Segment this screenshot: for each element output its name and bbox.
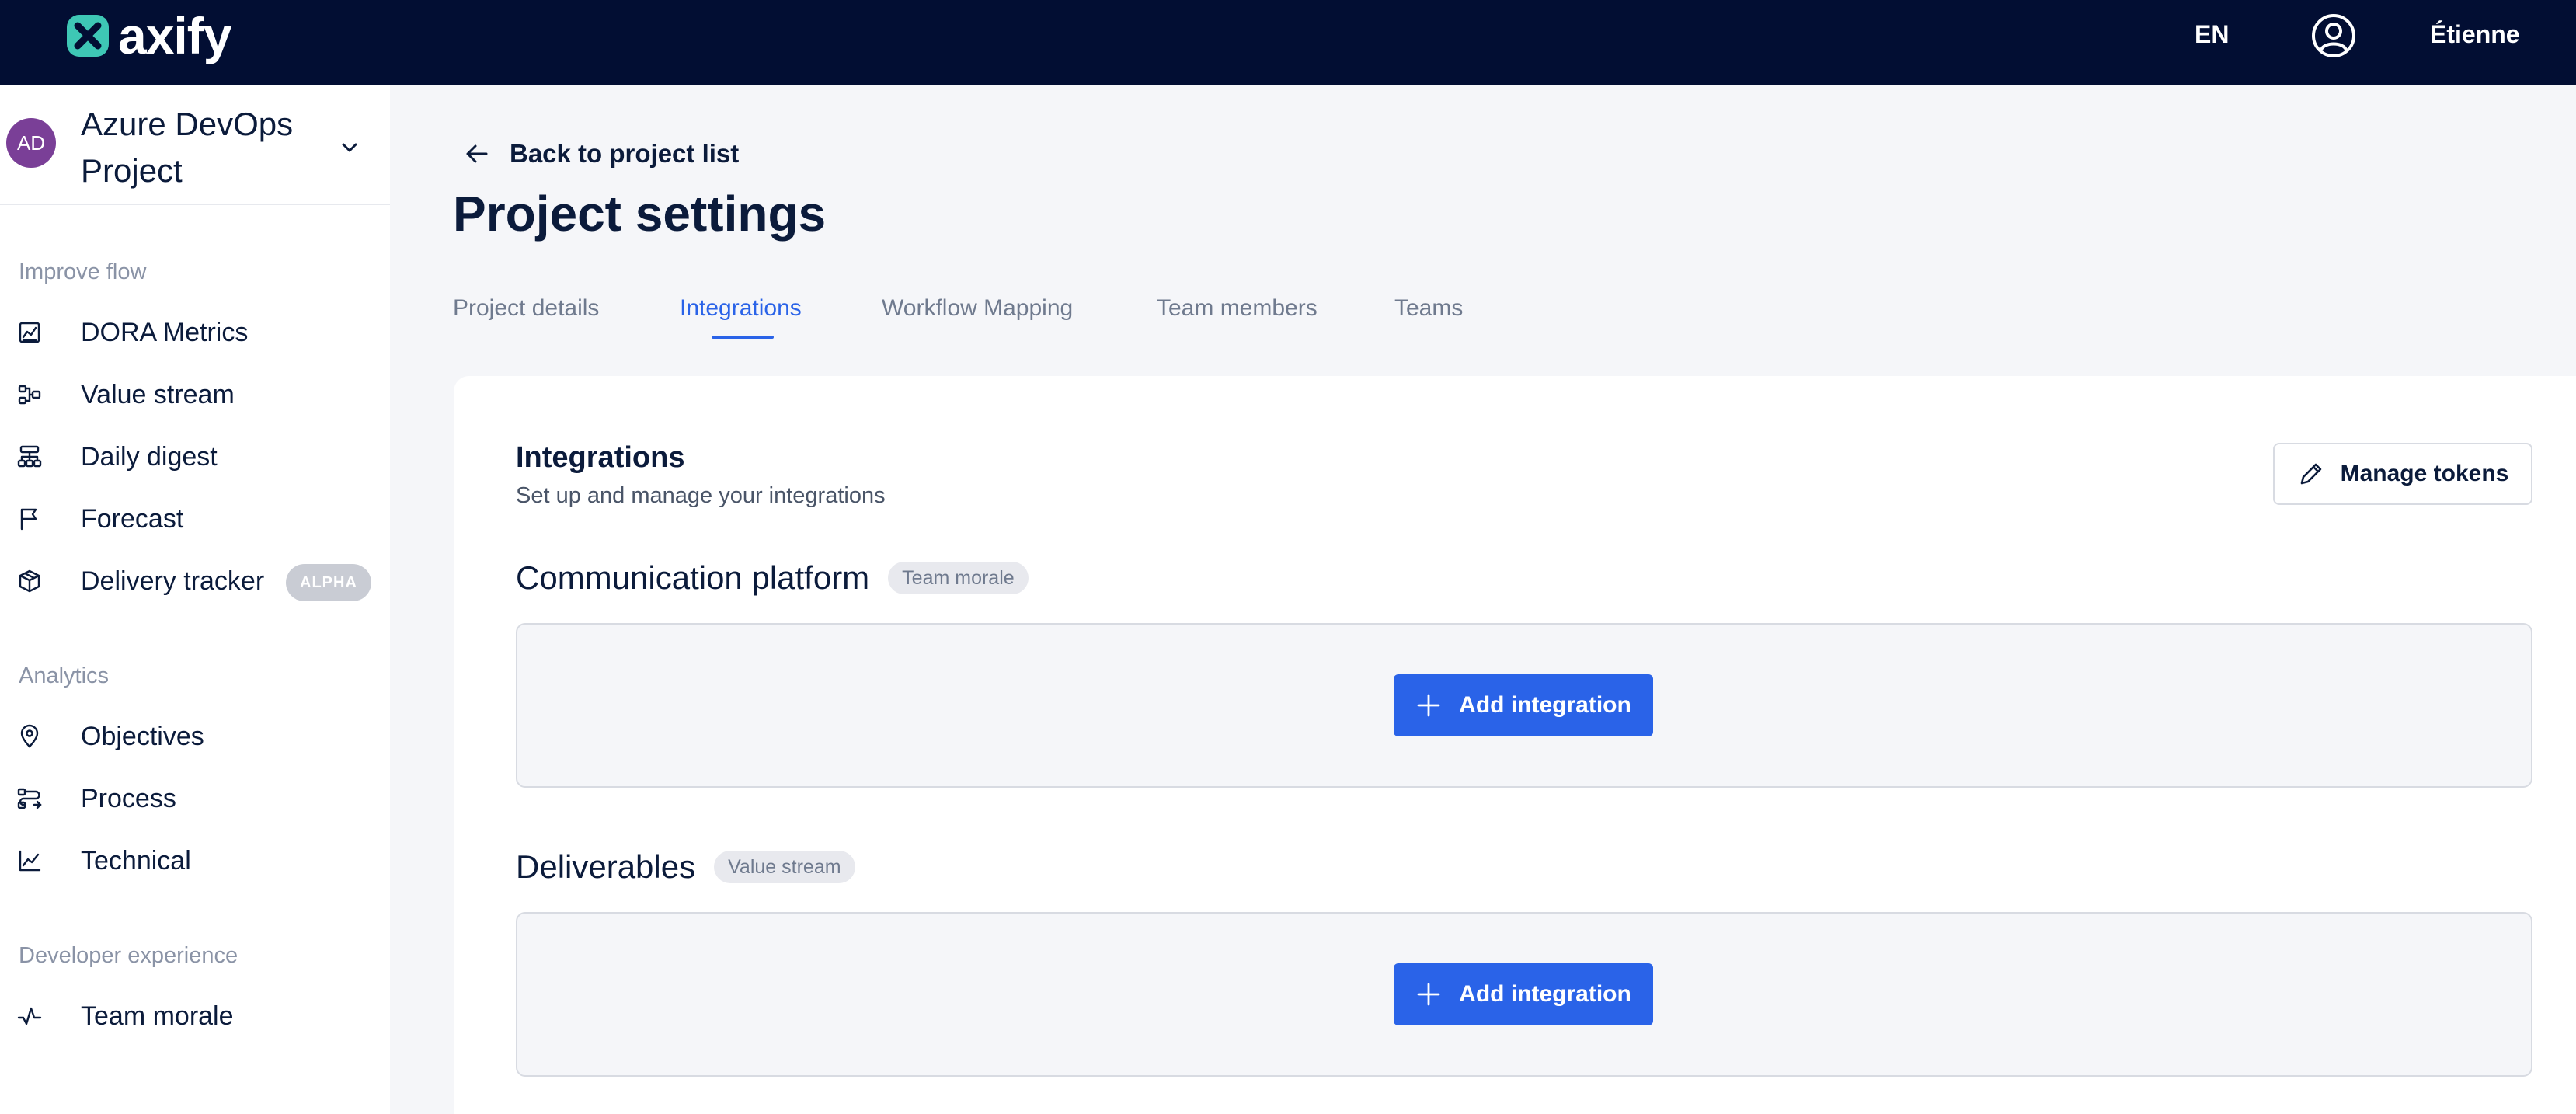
tab-workflow-mapping[interactable]: Workflow Mapping bbox=[882, 295, 1073, 322]
nav-section-analytics: Analytics bbox=[19, 663, 110, 688]
add-integration-label: Add integration bbox=[1459, 981, 1631, 1007]
chart-icon bbox=[19, 322, 40, 343]
sidebar-item-technical[interactable]: Technical bbox=[0, 836, 390, 886]
sidebar-item-label: Team morale bbox=[81, 1001, 234, 1031]
package-icon bbox=[19, 569, 40, 593]
tab-integrations[interactable]: Integrations bbox=[680, 295, 802, 322]
sidebar-item-value-stream[interactable]: Value stream bbox=[0, 370, 390, 419]
sidebar: AD Azure DevOps Project Improve flow DOR… bbox=[0, 85, 390, 1114]
back-to-project-list-link[interactable]: Back to project list bbox=[461, 138, 739, 169]
user-account-icon[interactable] bbox=[2311, 13, 2356, 58]
section-title: Deliverables bbox=[516, 848, 696, 885]
axify-logo[interactable]: axify bbox=[65, 8, 231, 64]
project-name: Azure DevOps Project bbox=[81, 106, 294, 189]
sidebar-item-label: Value stream bbox=[81, 379, 235, 409]
section-tag: Team morale bbox=[888, 562, 1029, 594]
manage-tokens-label: Manage tokens bbox=[2340, 461, 2509, 486]
manage-tokens-button[interactable]: Manage tokens bbox=[2273, 443, 2532, 505]
section-title: Communication platform bbox=[516, 559, 870, 596]
add-integration-label: Add integration bbox=[1459, 692, 1631, 718]
sidebar-item-label: Technical bbox=[81, 845, 191, 876]
pencil-icon bbox=[2300, 463, 2321, 485]
tab-team-members[interactable]: Team members bbox=[1157, 295, 1318, 322]
sidebar-item-forecast[interactable]: Forecast bbox=[0, 494, 390, 544]
communication-platform-box: Add integration bbox=[516, 623, 2532, 788]
logo-text: axify bbox=[118, 7, 231, 64]
nav-section-developer-experience: Developer experience bbox=[19, 943, 238, 968]
sidebar-item-label: DORA Metrics bbox=[81, 317, 249, 347]
plus-icon bbox=[1417, 983, 1440, 1006]
axify-logo-icon bbox=[67, 15, 109, 57]
tab-teams[interactable]: Teams bbox=[1394, 295, 1463, 322]
add-integration-button[interactable]: Add integration bbox=[1394, 674, 1653, 736]
add-integration-button[interactable]: Add integration bbox=[1394, 963, 1653, 1025]
alpha-badge: ALPHA bbox=[286, 564, 371, 601]
sidebar-item-label: Forecast bbox=[81, 503, 184, 534]
pulse-icon bbox=[17, 1007, 42, 1025]
arrow-left-icon bbox=[466, 144, 488, 163]
project-switcher[interactable]: AD Azure DevOps Project bbox=[0, 85, 390, 205]
sidebar-item-delivery-tracker[interactable]: Delivery tracker ALPHA bbox=[0, 556, 390, 606]
value-stream-icon bbox=[18, 385, 41, 405]
sidebar-item-label: Process bbox=[81, 783, 176, 813]
top-bar: axify EN Étienne bbox=[0, 0, 2576, 85]
map-pin-icon bbox=[20, 724, 39, 748]
sidebar-item-label: Objectives bbox=[81, 721, 204, 751]
integrations-card: Integrations Set up and manage your inte… bbox=[454, 376, 2576, 1114]
sidebar-item-team-morale[interactable]: Team morale bbox=[0, 991, 390, 1041]
sidebar-item-dora-metrics[interactable]: DORA Metrics bbox=[0, 308, 390, 357]
back-link-label: Back to project list bbox=[510, 139, 740, 168]
sidebar-item-daily-digest[interactable]: Daily digest bbox=[0, 432, 390, 482]
sidebar-item-objectives[interactable]: Objectives bbox=[0, 712, 390, 761]
language-switcher[interactable]: EN bbox=[2195, 20, 2229, 49]
sidebar-item-label: Daily digest bbox=[81, 441, 218, 472]
deliverables-box: Add integration bbox=[516, 912, 2532, 1077]
trend-line-icon bbox=[19, 850, 41, 872]
deliverables-header: Deliverables Value stream bbox=[516, 848, 855, 886]
sidebar-item-process[interactable]: Process bbox=[0, 774, 390, 823]
sidebar-item-label: Delivery tracker bbox=[81, 566, 265, 596]
plus-icon bbox=[1417, 694, 1440, 717]
user-name[interactable]: Étienne bbox=[2430, 20, 2520, 49]
nav-section-improve-flow: Improve flow bbox=[19, 259, 147, 284]
integrations-title: Integrations bbox=[516, 441, 685, 474]
hierarchy-icon bbox=[17, 445, 42, 468]
process-icon bbox=[17, 788, 42, 809]
active-tab-indicator bbox=[712, 336, 774, 339]
project-avatar: AD bbox=[6, 118, 56, 168]
flag-icon bbox=[20, 508, 37, 531]
communication-platform-header: Communication platform Team morale bbox=[516, 559, 1029, 597]
chevron-down-icon[interactable] bbox=[336, 134, 364, 162]
tab-project-details[interactable]: Project details bbox=[453, 295, 599, 322]
section-tag: Value stream bbox=[714, 851, 855, 883]
integrations-subtitle: Set up and manage your integrations bbox=[516, 483, 886, 508]
page-title: Project settings bbox=[453, 186, 827, 242]
